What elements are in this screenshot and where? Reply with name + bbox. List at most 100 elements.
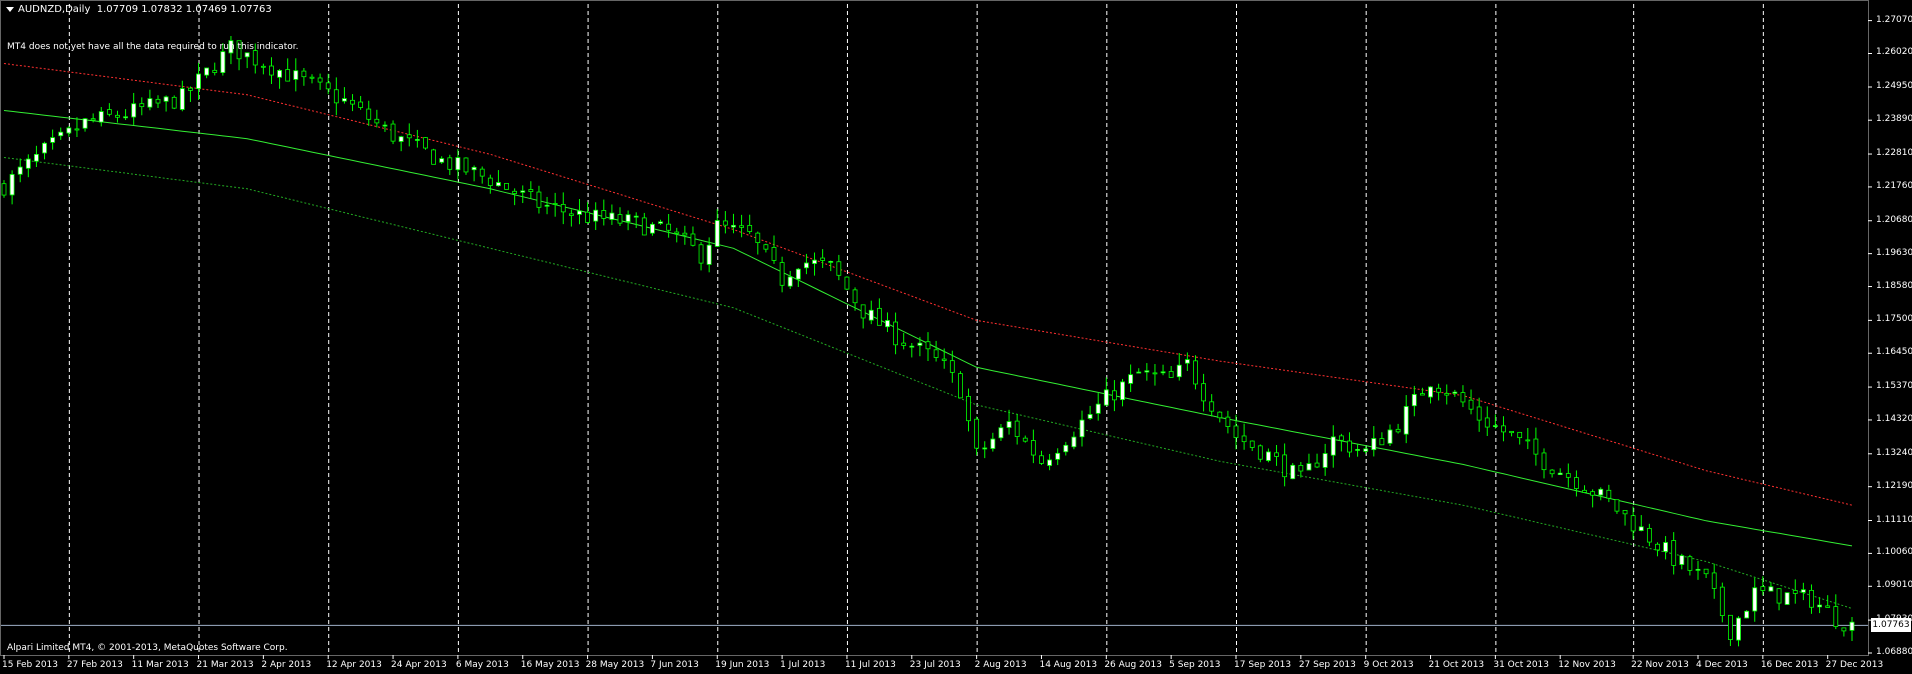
candle-body <box>949 360 955 373</box>
candle-body <box>479 168 485 177</box>
candle-body <box>147 98 153 108</box>
chart-window[interactable]: AUDNZD,Daily 1.07709 1.07832 1.07469 1.0… <box>0 0 1912 674</box>
x-tick-label: 27 Feb 2013 <box>66 660 123 670</box>
candles <box>1 35 1855 647</box>
x-tick-label: 9 Oct 2013 <box>1363 660 1414 670</box>
candle-body <box>1347 440 1352 453</box>
x-tick-label: 27 Dec 2013 <box>1825 660 1884 670</box>
candle-body <box>852 289 858 304</box>
candle-body <box>244 52 250 58</box>
candle-body <box>317 77 323 83</box>
x-tick-label: 19 Jun 2013 <box>715 660 770 670</box>
triangle-down-icon[interactable] <box>6 6 14 12</box>
candle-body <box>74 128 80 131</box>
candle-body <box>650 223 655 234</box>
candle-body <box>690 233 696 246</box>
candle-body <box>795 268 801 280</box>
y-tick-label: 1.16450 <box>1876 347 1912 358</box>
candle-body <box>1209 401 1215 412</box>
candle-body <box>1655 543 1660 551</box>
plot-frame <box>0 0 1869 656</box>
candle-body <box>941 358 947 361</box>
candle-body <box>1363 448 1369 452</box>
candle-body <box>1606 489 1612 499</box>
y-tick-label: 1.10060 <box>1876 547 1912 558</box>
candle-body <box>1006 421 1012 428</box>
candle-body <box>1476 406 1482 421</box>
candle-body <box>269 65 274 76</box>
candle-body <box>1711 572 1717 589</box>
candle-body <box>1800 589 1806 593</box>
current-price-tag: 1.07763 <box>1871 618 1911 632</box>
x-tick-label: 12 Apr 2013 <box>326 660 382 670</box>
candle-body <box>17 166 23 175</box>
candle-body <box>1128 374 1134 384</box>
candle-body <box>82 118 88 129</box>
candle-body <box>1736 617 1741 641</box>
x-tick-label: 6 May 2013 <box>455 660 509 670</box>
candle-body <box>1841 627 1847 632</box>
y-tick-label: 1.27070 <box>1876 14 1912 25</box>
candle-body <box>625 214 631 223</box>
candle-body <box>1501 425 1506 433</box>
x-tick-label: 2 Aug 2013 <box>974 660 1027 670</box>
candle-body <box>1444 393 1450 396</box>
candle-body <box>641 217 647 236</box>
candle-body <box>123 116 128 119</box>
candle-body <box>131 103 137 118</box>
candle-body <box>1322 453 1328 468</box>
candle-body <box>1055 452 1061 460</box>
candle-body <box>925 341 931 350</box>
x-tick-label: 2 Apr 2013 <box>261 660 312 670</box>
candle-body <box>293 70 299 80</box>
candle-body <box>382 124 388 127</box>
candle-body <box>1744 610 1750 619</box>
candle-body <box>301 70 307 78</box>
candle-body <box>1063 444 1069 453</box>
candle-body <box>860 304 866 319</box>
candle-body <box>1784 592 1790 605</box>
x-tick-label: 16 May 2013 <box>520 660 580 670</box>
x-tick-label: 17 Sep 2013 <box>1234 660 1292 670</box>
candle-body <box>455 157 461 171</box>
candle-body <box>958 373 963 399</box>
candle-body <box>1760 586 1766 591</box>
candle-body <box>868 309 874 321</box>
price-plot[interactable] <box>0 0 1912 674</box>
candle-body <box>1541 452 1547 471</box>
candle-body <box>536 191 542 208</box>
candle-body <box>342 98 347 102</box>
copyright-text: Alpari Limited MT4, © 2001-2013, MetaQuo… <box>7 643 288 653</box>
candle-body <box>496 182 501 187</box>
candle-body <box>196 73 201 89</box>
x-tick-label: 7 Jun 2013 <box>650 660 699 670</box>
candle-body <box>828 261 834 263</box>
y-tick-label: 1.21760 <box>1876 180 1912 191</box>
candle-body <box>966 395 971 422</box>
candle-body <box>374 118 380 124</box>
candle-body <box>698 244 704 264</box>
candle-body <box>439 158 445 163</box>
candle-body <box>163 96 169 102</box>
candle-body <box>771 247 777 261</box>
indicator-message: MT4 does not yet have all the data requi… <box>7 42 299 52</box>
y-tick-label: 1.22810 <box>1876 148 1912 159</box>
candle-body <box>504 182 509 190</box>
x-tick-label: 27 Sep 2013 <box>1298 660 1356 670</box>
indicator-lines <box>0 63 1868 626</box>
x-tick-label: 11 Jul 2013 <box>844 660 896 670</box>
candle-body <box>512 190 518 194</box>
candle-body <box>1630 515 1636 532</box>
candle-body <box>1355 449 1360 451</box>
candle-body <box>812 259 817 264</box>
candle-body <box>1460 392 1466 403</box>
candle-body <box>1193 360 1198 385</box>
candle-body <box>260 65 266 68</box>
candle-body <box>1663 542 1668 552</box>
candle-body <box>974 418 980 449</box>
candle-body <box>447 157 453 170</box>
candle-body <box>1728 614 1733 640</box>
candle-body <box>1330 436 1336 456</box>
candle-body <box>1517 431 1523 439</box>
candle-body <box>1428 386 1433 398</box>
